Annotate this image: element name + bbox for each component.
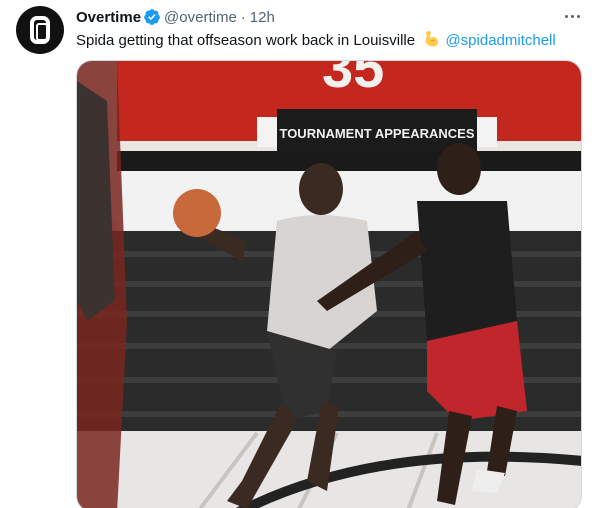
author-handle[interactable]: @overtime (164, 9, 237, 26)
verified-badge-icon (143, 8, 161, 26)
tweet-timestamp[interactable]: 12h (250, 9, 275, 26)
scoreboard-number: 35 (322, 61, 384, 99)
more-options-button[interactable] (560, 8, 584, 24)
more-dot (570, 14, 574, 18)
flexed-biceps-emoji (421, 30, 439, 48)
video-media[interactable]: 35 TOURNAMENT APPEARANCES (76, 60, 582, 508)
tweet-card[interactable]: Overtime @overtime · 12h Spida getting t… (0, 0, 592, 508)
tweet-body: Spida getting that offseason work back i… (76, 32, 416, 49)
mention-link[interactable]: @spidadmitchell (445, 32, 555, 49)
more-horizontal-icon (564, 14, 568, 18)
tweet-text: Spida getting that offseason work back i… (76, 30, 556, 51)
basketball-video-frame: 35 TOURNAMENT APPEARANCES (77, 61, 581, 508)
banner-text: TOURNAMENT APPEARANCES (279, 126, 474, 141)
overtime-logo-icon (30, 16, 50, 44)
tweet-header: Overtime @overtime · 12h (76, 7, 275, 27)
avatar[interactable] (16, 6, 64, 54)
more-dot (576, 14, 580, 18)
author-name[interactable]: Overtime (76, 9, 141, 26)
separator-dot: · (240, 8, 246, 26)
